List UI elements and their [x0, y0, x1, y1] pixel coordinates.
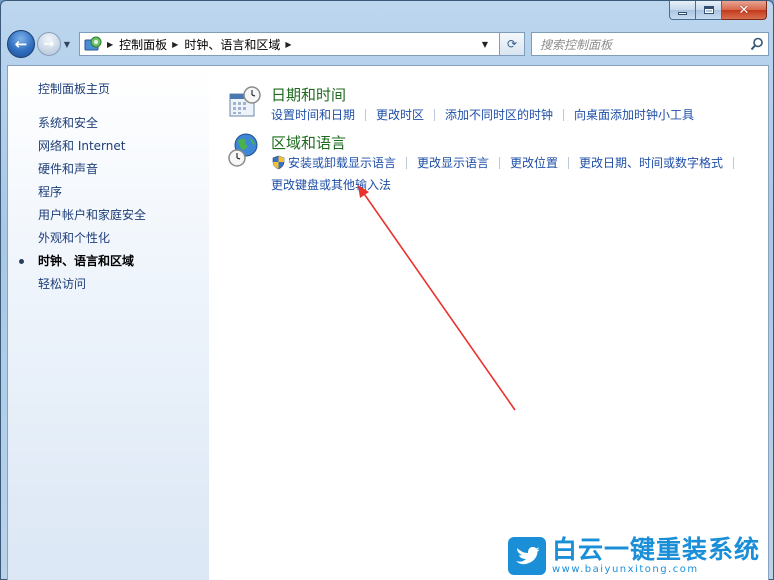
category-links-region-language: 安装或卸载显示语言 更改显示语言 更改位置 更改日期、时间或数字格式	[271, 154, 744, 171]
link-separator	[434, 108, 436, 121]
link-change-timezone[interactable]: 更改时区	[376, 106, 424, 123]
link-set-time-date[interactable]: 设置时间和日期	[271, 106, 355, 123]
watermark: 白云一键重装系统 www.baiyunxitong.com	[507, 535, 760, 575]
breadcrumb-separator: ▶	[107, 39, 114, 49]
address-bar[interactable]: ▶ 控制面板 ▶ 时钟、语言和区域 ▶ ▼	[79, 32, 525, 56]
category-title-date-time[interactable]: 日期和时间	[271, 84, 346, 105]
recent-pages-button[interactable]: ▼	[61, 32, 73, 56]
chevron-down-icon: ▼	[481, 39, 489, 49]
sidebar-item-network-internet[interactable]: 网络和 Internet	[38, 135, 146, 158]
close-icon: ✕	[738, 2, 750, 18]
sidebar-item-clock-language-region[interactable]: 时钟、语言和区域	[19, 250, 146, 273]
link-separator	[568, 156, 570, 169]
sidebar-item-appearance[interactable]: 外观和个性化	[38, 227, 146, 250]
sidebar-item-hardware-sound[interactable]: 硬件和声音	[38, 158, 146, 181]
globe-clock-icon	[227, 132, 263, 168]
sidebar-item-system-security[interactable]: 系统和安全	[38, 112, 146, 135]
close-button[interactable]: ✕	[722, 1, 767, 20]
bird-logo-icon	[507, 537, 546, 575]
control-panel-icon	[84, 35, 102, 53]
breadcrumb-separator: ▶	[285, 39, 292, 49]
address-dropdown-button[interactable]: ▼	[478, 33, 492, 55]
navigation-bar: ← → ▼ ▶ 控制面板 ▶ 时钟、语言和区域 ▶ ▼ ⟳ 搜索控制面板	[7, 27, 769, 61]
maximize-icon	[703, 6, 714, 14]
main-panel: 日期和时间 设置时间和日期 更改时区 添加不同时区的时钟 向桌面添加时钟小工具	[209, 66, 768, 580]
link-add-clocks[interactable]: 添加不同时区的时钟	[445, 106, 553, 123]
sidebar-list: 系统和安全 网络和 Internet 硬件和声音 程序 用户帐户和家庭安全 外观…	[19, 112, 146, 296]
category-date-time: 日期和时间 设置时间和日期 更改时区 添加不同时区的时钟 向桌面添加时钟小工具	[227, 84, 767, 128]
sidebar-item-user-accounts[interactable]: 用户帐户和家庭安全	[38, 204, 146, 227]
search-box[interactable]: 搜索控制面板	[531, 32, 769, 56]
breadcrumb-clock-language-region[interactable]: 时钟、语言和区域	[184, 36, 280, 53]
sidebar-home-link[interactable]: 控制面板主页	[38, 80, 110, 97]
minimize-icon	[678, 11, 687, 15]
caption-buttons: ✕	[669, 1, 767, 21]
back-button[interactable]: ←	[7, 30, 35, 58]
link-change-date-format[interactable]: 更改日期、时间或数字格式	[579, 154, 723, 171]
link-change-location[interactable]: 更改位置	[510, 154, 558, 171]
sidebar: 控制面板主页 系统和安全 网络和 Internet 硬件和声音 程序 用户帐户和…	[8, 66, 209, 580]
link-separator	[406, 156, 408, 169]
category-links-region-language-row2: 更改键盘或其他输入法	[271, 176, 391, 193]
forward-arrow-icon: →	[43, 36, 55, 52]
link-separator	[733, 156, 735, 169]
maximize-button[interactable]	[696, 1, 722, 20]
active-bullet-icon	[19, 259, 24, 264]
back-arrow-icon: ←	[14, 35, 28, 53]
link-separator	[499, 156, 501, 169]
calendar-clock-icon	[227, 84, 263, 120]
sidebar-item-ease-of-access[interactable]: 轻松访问	[38, 273, 146, 296]
content-area: 控制面板主页 系统和安全 网络和 Internet 硬件和声音 程序 用户帐户和…	[7, 65, 769, 580]
link-separator	[563, 108, 565, 121]
search-input[interactable]: 搜索控制面板	[532, 36, 746, 53]
watermark-url: www.baiyunxitong.com	[551, 564, 699, 575]
chevron-down-icon: ▼	[63, 39, 71, 49]
category-region-language: 区域和语言 安装或卸载显示语言 更改显示语言 更改位置 更改日期、时间或数字格式…	[227, 132, 767, 196]
link-separator	[365, 108, 367, 121]
link-change-keyboard-input[interactable]: 更改键盘或其他输入法	[271, 178, 391, 192]
sidebar-item-label: 时钟、语言和区域	[38, 254, 135, 268]
link-change-display-language[interactable]: 更改显示语言	[417, 154, 489, 171]
search-icon[interactable]	[746, 33, 768, 55]
refresh-icon: ⟳	[506, 37, 518, 51]
category-title-region-language[interactable]: 区域和语言	[271, 132, 346, 153]
forward-button[interactable]: →	[37, 32, 61, 56]
link-install-display-language[interactable]: 安装或卸载显示语言	[288, 154, 396, 171]
breadcrumb-control-panel[interactable]: 控制面板	[119, 36, 167, 53]
sidebar-item-programs[interactable]: 程序	[38, 181, 146, 204]
breadcrumb-separator: ▶	[172, 39, 179, 49]
watermark-title: 白云一键重装系统	[551, 535, 760, 564]
window-frame: ✕ ← → ▼ ▶ 控制面板 ▶ 时钟、语言和区域 ▶ ▼ ⟳ 搜索控制面板 控…	[0, 0, 774, 580]
refresh-button[interactable]: ⟳	[499, 32, 525, 56]
category-links-date-time: 设置时间和日期 更改时区 添加不同时区的时钟 向桌面添加时钟小工具	[271, 106, 694, 123]
minimize-button[interactable]	[669, 1, 696, 20]
uac-shield-icon	[271, 155, 286, 170]
link-add-clock-gadget[interactable]: 向桌面添加时钟小工具	[574, 106, 694, 123]
